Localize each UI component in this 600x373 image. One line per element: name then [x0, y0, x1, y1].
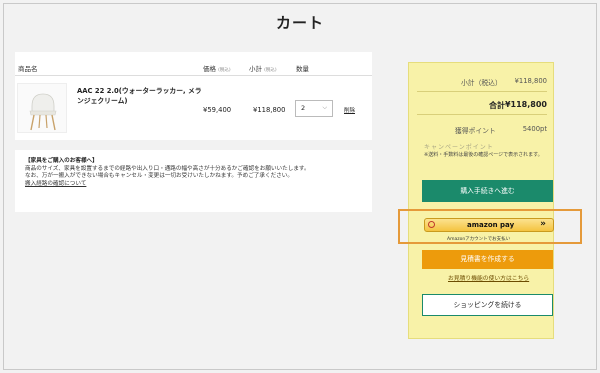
points-value: 5400pt	[522, 125, 547, 133]
header-price-label: 価格	[203, 65, 216, 73]
quantity-value: 2	[301, 104, 306, 112]
delivery-route-link[interactable]: 搬入経路の確認について	[25, 181, 362, 189]
quantity-select[interactable]: 2 ⌵	[295, 100, 333, 117]
total-value: ¥118,800	[504, 100, 547, 109]
header-quantity: 数量	[296, 65, 309, 73]
page-title: カート	[275, 14, 324, 32]
subtotal-value: ¥118,800	[514, 77, 547, 85]
item-price: ¥59,400	[203, 106, 232, 114]
total-label: 合計	[489, 101, 505, 110]
subtotal-label: 小計（税込）	[461, 79, 502, 87]
summary-divider	[417, 91, 547, 92]
header-subtotal-tax: (税込)	[264, 68, 277, 73]
chair-icon	[29, 93, 57, 131]
summary-divider	[417, 114, 547, 115]
quote-help-link[interactable]: お見積り機能の使い方はこちら	[448, 273, 529, 282]
header-subtotal: 小計 (税込)	[249, 63, 277, 73]
amazon-pay-subtext: Amazonアカウントでお支払い	[447, 237, 511, 242]
furniture-notice: 【家具をご購入のお客様へ】 商品のサイズ、家具を設置するまでの経路や出入り口・通…	[15, 150, 372, 212]
campaign-points-text: キャンペーンポイント	[424, 144, 494, 151]
amazon-pay-button[interactable]: amazon pay »	[424, 218, 554, 232]
header-price: 価格 (税込)	[203, 63, 231, 73]
amazon-pay-label: amazon pay	[467, 221, 515, 229]
item-subtotal: ¥118,800	[253, 106, 286, 114]
product-image[interactable]	[17, 83, 67, 133]
product-name[interactable]: AAC 22 2.0(ウォーターラッカー, メランジェクリーム)	[77, 86, 205, 106]
header-product: 商品名	[18, 65, 38, 73]
header-subtotal-label: 小計	[249, 65, 262, 73]
shipping-note: ※送料・手数料は最後の確認ページで表示されます。	[424, 152, 543, 158]
chevron-down-icon: ⌵	[322, 104, 327, 111]
amazon-pay-highlight: amazon pay » Amazonアカウントでお支払い	[398, 209, 582, 244]
notice-title: 【家具をご購入のお客様へ】	[25, 158, 98, 164]
checkout-button[interactable]: 購入手続きへ進む	[422, 180, 553, 202]
cart-table: 商品名 価格 (税込) 小計 (税込) 数量 AAC 22 2.0(ウォーターラ…	[15, 52, 372, 140]
amazon-badge-icon	[428, 221, 435, 228]
continue-shopping-button[interactable]: ショッピングを続ける	[422, 294, 553, 316]
double-chevron-right-icon: »	[540, 219, 546, 229]
header-divider	[15, 75, 372, 76]
header-price-tax: (税込)	[218, 68, 231, 73]
delete-link[interactable]: 削除	[344, 106, 355, 114]
notice-line-2: なお、万が一搬入ができない場合もキャンセル・変更は一切お受けいたしかねます。予め…	[25, 173, 293, 180]
create-quote-button[interactable]: 見積書を作成する	[422, 250, 553, 269]
points-label: 獲得ポイント	[455, 127, 496, 135]
